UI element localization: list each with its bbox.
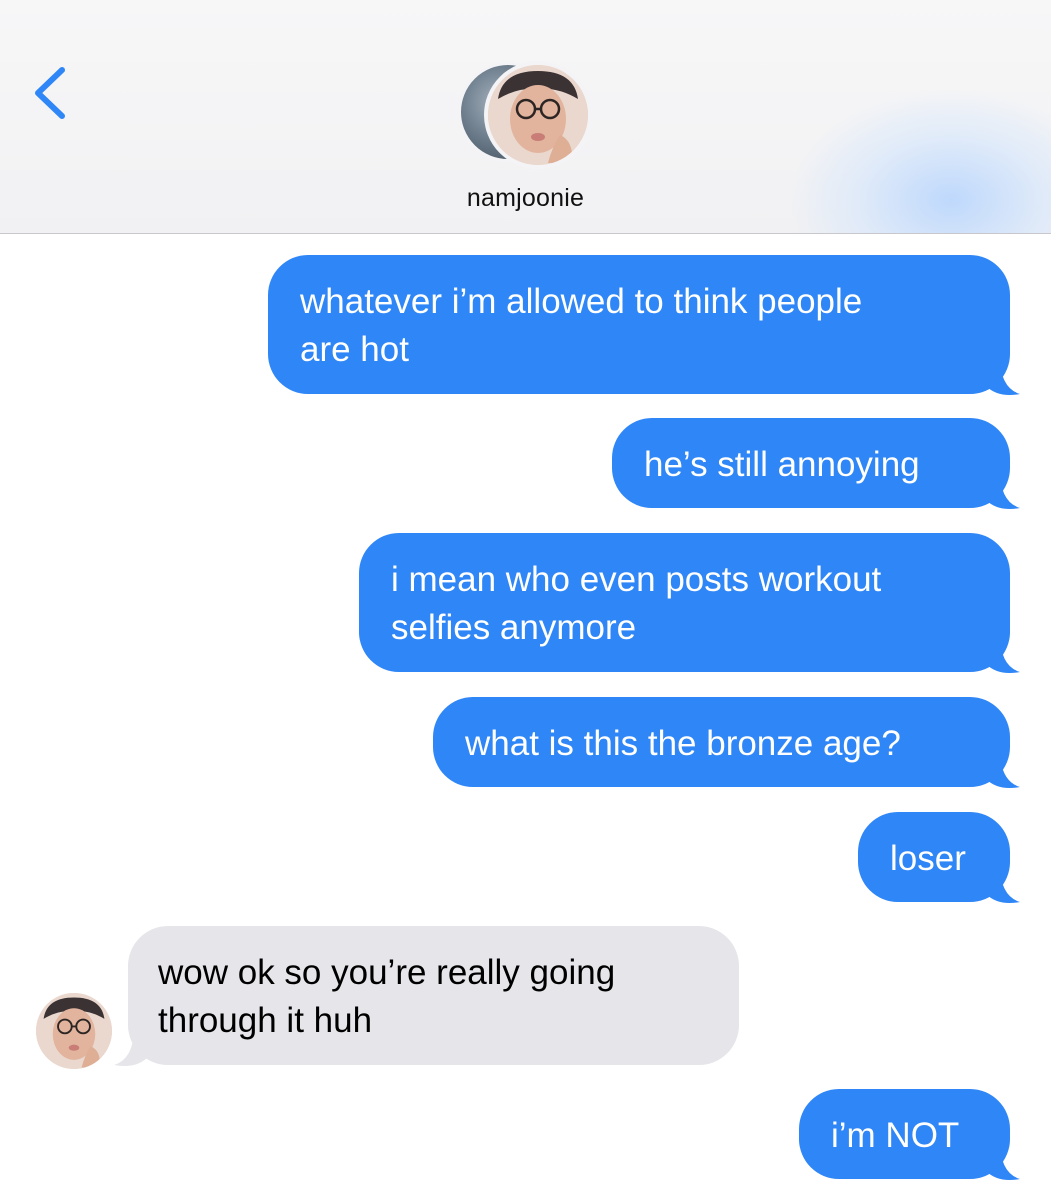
- message-text-line: i’m NOT: [831, 1116, 960, 1155]
- sender-avatar-photo: [36, 993, 112, 1069]
- message-text-line: selfies anymore: [391, 608, 637, 647]
- message-bubble-sent[interactable]: he’s still annoying: [612, 418, 1010, 508]
- bubble-tail: [986, 356, 1020, 395]
- contact-name[interactable]: namjoonie: [0, 184, 1051, 213]
- message-text-line: what is this the bronze age?: [465, 724, 901, 763]
- message-bubble-received[interactable]: wow ok so you’re really going through it…: [128, 926, 739, 1065]
- message-text-line: loser: [890, 839, 966, 878]
- bubble-tail: [986, 864, 1020, 903]
- chevron-left-icon: [35, 67, 65, 119]
- message-text-line: through it huh: [158, 1001, 373, 1040]
- message-bubble-sent[interactable]: i mean who even posts workout selfies an…: [359, 533, 1010, 672]
- conversation-header: namjoonie: [0, 0, 1051, 234]
- messages-screen: namjoonie whatever i’m allowed to think …: [0, 0, 1051, 1200]
- message-bubble-sent[interactable]: whatever i’m allowed to think people are…: [268, 255, 1010, 394]
- message-bubble-sent[interactable]: what is this the bronze age?: [433, 697, 1010, 787]
- bubble-tail: [986, 470, 1020, 509]
- avatar: [484, 61, 592, 169]
- message-bubble-sent[interactable]: i’m NOT: [799, 1089, 1010, 1179]
- group-avatar[interactable]: [458, 61, 593, 169]
- bubble-tail: [986, 634, 1020, 673]
- sender-avatar[interactable]: [36, 993, 112, 1069]
- message-text-line: he’s still annoying: [644, 445, 920, 484]
- message-text-line: i mean who even posts workout: [391, 560, 882, 599]
- message-text-line: are hot: [300, 330, 409, 369]
- bubble-tail: [986, 749, 1020, 788]
- bubble-tail: [986, 1141, 1020, 1180]
- avatar-photo: [488, 65, 588, 165]
- message-text-line: wow ok so you’re really going: [158, 953, 616, 992]
- back-button[interactable]: [24, 58, 80, 128]
- message-text-line: whatever i’m allowed to think people: [300, 282, 863, 321]
